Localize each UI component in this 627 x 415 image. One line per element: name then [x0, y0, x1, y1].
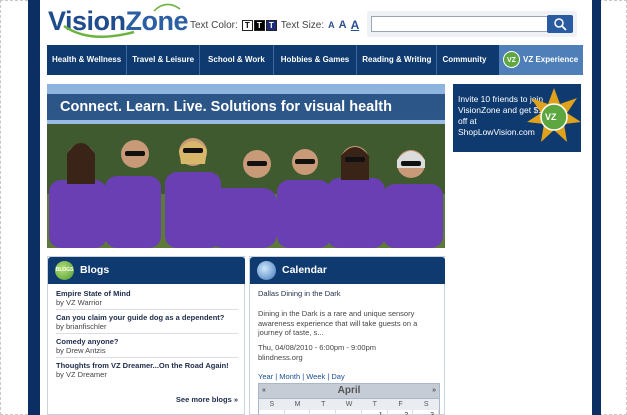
blog-item[interactable]: Can you claim your guide dog as a depend…: [56, 313, 238, 334]
date-cell[interactable]: [259, 410, 285, 415]
calendar-panel: Calendar Dallas Dining in the Dark Dinin…: [249, 256, 445, 415]
text-color-white-button[interactable]: T: [241, 19, 253, 31]
weekday-label: F: [398, 401, 403, 408]
blog-title[interactable]: Comedy anyone?: [56, 337, 238, 346]
blog-author: by VZ Warrior: [56, 298, 102, 307]
blog-title[interactable]: Empire State of Mind: [56, 289, 238, 298]
prev-month-button[interactable]: «: [262, 384, 266, 398]
mini-calendar: « April » S M T W T F S 1 2 3: [258, 383, 440, 415]
date-row: 1 2 3: [259, 410, 439, 415]
blogs-heading: Blogs: [80, 264, 110, 276]
blog-title[interactable]: Thoughts from VZ Dreamer...On the Road A…: [56, 361, 238, 370]
main-nav: Health & Wellness Travel & Leisure Schoo…: [47, 45, 583, 75]
hero-banner-text: Connect. Learn. Live. Solutions for visu…: [47, 94, 445, 120]
calendar-view-switcher[interactable]: Year | Month | Week | Day: [258, 372, 345, 381]
blogs-panel-header: BLOGS Blogs: [48, 257, 245, 284]
date-cell[interactable]: 1: [362, 410, 388, 415]
nav-item-reading-writing[interactable]: Reading & Writing: [357, 45, 438, 75]
text-color-blue-button[interactable]: T: [265, 19, 277, 31]
search-button[interactable]: [547, 15, 573, 33]
date-cell[interactable]: [336, 410, 362, 415]
nav-item-school-work[interactable]: School & Work: [200, 45, 274, 75]
search-input[interactable]: [371, 16, 571, 32]
weekday-label: M: [294, 401, 301, 408]
next-month-button[interactable]: »: [432, 384, 436, 398]
promo-vz-badge: VZ: [545, 112, 557, 122]
page: VisionZone Text Color: T T T Text Size: …: [40, 0, 592, 415]
date-cell[interactable]: 3: [413, 410, 439, 415]
nav-item-health-wellness[interactable]: Health & Wellness: [47, 45, 128, 75]
text-size-large-button[interactable]: A: [351, 18, 360, 32]
blog-title[interactable]: Can you claim your guide dog as a depend…: [56, 313, 238, 322]
text-size-small-button[interactable]: A: [328, 20, 335, 30]
weekday-label: T: [372, 401, 377, 408]
search-icon: [554, 18, 567, 31]
text-size-label: Text Size:: [280, 19, 325, 31]
blog-author: by Drew Antzis: [56, 346, 106, 355]
date-cell[interactable]: [285, 410, 311, 415]
weekday-label: S: [423, 401, 429, 408]
text-color-label: Text Color:: [190, 19, 238, 31]
logo-arc-icon: [153, 3, 181, 12]
blog-item[interactable]: Thoughts from VZ Dreamer...On the Road A…: [56, 361, 238, 381]
page-border-right: [592, 0, 601, 415]
text-color-black-button[interactable]: T: [253, 19, 265, 31]
vz-badge-icon: VZ: [503, 51, 520, 68]
month-label: April: [337, 385, 361, 396]
blog-author: by brianfischler: [56, 322, 107, 331]
mini-calendar-header: « April »: [259, 384, 439, 398]
nav-item-community[interactable]: Community: [437, 45, 491, 75]
invite-friends-promo[interactable]: Invite 10 friends to join VisionZone and…: [453, 84, 581, 152]
date-cell[interactable]: 2: [388, 410, 414, 415]
blog-item[interactable]: Comedy anyone? by Drew Antzis: [56, 337, 238, 358]
globe-icon: [257, 261, 276, 280]
accessibility-tools: Text Color: T T T Text Size: A A A: [190, 18, 359, 32]
blog-item[interactable]: Empire State of Mind by VZ Warrior: [56, 289, 238, 310]
nav-item-vz-experience[interactable]: VZ VZ Experience: [499, 45, 583, 75]
weekday-label: S: [269, 401, 275, 408]
event-link[interactable]: blindness.org: [258, 353, 303, 362]
event-title-link[interactable]: Dallas Dining in the Dark: [258, 289, 341, 298]
see-more-blogs-link[interactable]: See more blogs »: [176, 395, 238, 404]
calendar-panel-header: Calendar: [250, 257, 445, 284]
text-size-medium-button[interactable]: A: [339, 19, 347, 31]
vz-experience-label: VZ Experience: [523, 55, 579, 64]
event-description: Dining in the Dark is a rare and unique …: [258, 309, 418, 337]
logo-swoosh-icon: [63, 24, 135, 38]
event-time: Thu, 04/08/2010 - 6:00pm - 9:00pm: [258, 343, 376, 352]
hero-image[interactable]: Connect. Learn. Live. Solutions for visu…: [47, 84, 445, 248]
calendar-heading: Calendar: [282, 264, 327, 276]
blogs-panel: BLOGS Blogs Empire State of Mind by VZ W…: [47, 256, 245, 415]
page-border-left: [28, 0, 40, 415]
blog-author: by VZ Dreamer: [56, 370, 107, 379]
weekday-row: S M T W T F S: [259, 398, 439, 410]
nav-item-travel-leisure[interactable]: Travel & Leisure: [127, 45, 201, 75]
nav-item-hobbies-games[interactable]: Hobbies & Games: [274, 45, 358, 75]
weekday-label: T: [321, 401, 326, 408]
date-cell[interactable]: [310, 410, 337, 415]
weekday-label: W: [345, 401, 353, 408]
blogs-icon: BLOGS: [55, 261, 74, 280]
